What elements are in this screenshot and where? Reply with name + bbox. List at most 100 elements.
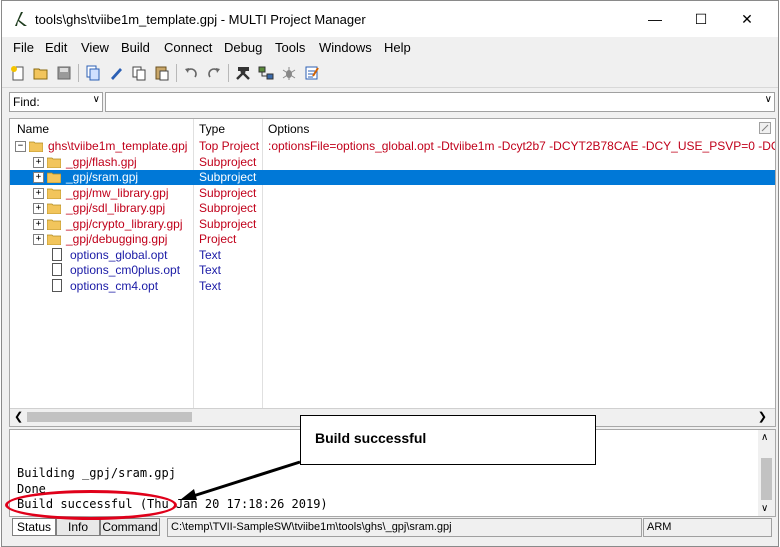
tab-command[interactable]: Command — [100, 518, 160, 536]
text-file-icon — [52, 247, 62, 261]
tree-row-type: Text — [199, 278, 222, 293]
corner-icon[interactable] — [759, 122, 771, 134]
chevron-down-icon: ∨ — [764, 94, 772, 105]
column-header-options[interactable]: Options — [268, 122, 309, 136]
new-file-icon[interactable] — [8, 63, 28, 83]
checklist-icon[interactable] — [302, 63, 322, 83]
tree-row[interactable]: + _gpj/debugging.gpj Project — [10, 232, 775, 247]
folder-icon — [47, 203, 61, 214]
tree-row-type: Subproject — [199, 154, 257, 169]
expand-icon[interactable]: + — [33, 234, 44, 245]
text-file-icon — [52, 263, 62, 276]
expand-icon[interactable]: + — [33, 187, 44, 199]
find-input[interactable]: ∨ — [105, 92, 775, 112]
menu-view[interactable]: View — [81, 40, 109, 55]
folder-icon — [47, 172, 61, 183]
toolbar-separator — [78, 64, 79, 82]
menu-build[interactable]: Build — [121, 40, 150, 55]
project-tree[interactable]: Name Type Options − ghs\tviibe1m_template… — [9, 118, 776, 427]
tree-row-type: Text — [199, 247, 222, 262]
expand-icon[interactable]: + — [33, 218, 44, 230]
tree-row-name: _gpj/mw_library.gpj — [66, 185, 169, 200]
expand-icon[interactable]: + — [33, 172, 44, 183]
tree-row-type: Subproject — [199, 201, 257, 215]
scroll-down-icon[interactable]: ∨ — [761, 503, 768, 514]
edit-icon[interactable] — [106, 63, 126, 83]
text-file-icon — [52, 278, 62, 292]
status-bar: Status Info Command C:\temp\TVII-SampleS… — [2, 517, 778, 537]
column-header-name[interactable]: Name — [17, 122, 49, 136]
tree-row-type: Subproject — [199, 185, 257, 200]
tree-row[interactable]: + _gpj/mw_library.gpj Subproject — [10, 186, 775, 201]
tree-row[interactable]: − ghs\tviibe1m_template.gpj Top Project:op… — [10, 139, 775, 154]
menu-tools[interactable]: Tools — [275, 40, 305, 55]
scrollbar-thumb[interactable] — [27, 412, 192, 422]
menu-help[interactable]: Help — [384, 40, 411, 55]
tree-row-name: _gpj/crypto_library.gpj — [66, 216, 183, 231]
tree-row[interactable]: + _gpj/sram.gpj Subproject — [10, 170, 775, 185]
expand-icon[interactable]: + — [33, 156, 44, 168]
expand-icon[interactable]: + — [33, 203, 44, 214]
scroll-right-icon[interactable]: ❯ — [758, 410, 767, 423]
connect-icon[interactable] — [256, 63, 276, 83]
scrollbar-thumb[interactable] — [761, 458, 772, 500]
collapse-icon[interactable]: − — [15, 141, 26, 152]
tab-info[interactable]: Info — [56, 518, 100, 536]
status-path: C:\temp\TVII-SampleSW\tviibe1m\tools\ghs… — [167, 518, 642, 537]
tree-row-name: options_cm0plus.opt — [70, 263, 181, 277]
tree-row-name: _gpj/sdl_library.gpj — [66, 201, 166, 215]
status-architecture: ARM — [643, 518, 772, 537]
scroll-up-icon[interactable]: ∧ — [761, 432, 768, 443]
chevron-down-icon: ∨ — [92, 94, 100, 105]
vertical-scrollbar[interactable]: ∧ ∨ — [758, 430, 775, 516]
menu-windows[interactable]: Windows — [319, 40, 372, 55]
toolbar-separator — [228, 64, 229, 82]
tree-row-name: options_cm4.opt — [70, 278, 159, 293]
tree-row-type: Subproject — [199, 216, 257, 231]
minimize-icon[interactable]: — — [632, 1, 678, 37]
folder-icon — [47, 234, 61, 245]
tree-row[interactable]: + _gpj/flash.gpj Subproject — [10, 155, 775, 170]
folder-icon — [47, 219, 61, 230]
window-title: tools\ghs\tviibe1m_template.gpj - MULTI … — [35, 12, 366, 27]
find-bar: Find: ∨ ∨ — [2, 90, 778, 114]
menu-edit[interactable]: Edit — [45, 40, 67, 55]
column-header-type[interactable]: Type — [199, 122, 225, 136]
copy-icon[interactable] — [129, 63, 149, 83]
tree-row-type: Project — [199, 232, 237, 246]
close-icon[interactable]: ✕ — [724, 1, 770, 37]
toolbar — [2, 59, 778, 88]
build-icon[interactable] — [233, 63, 253, 83]
tree-row-name: ghs\tviibe1m_template.gpj — [48, 139, 188, 153]
save-icon[interactable] — [54, 63, 74, 83]
find-mode-select[interactable]: Find: ∨ — [9, 92, 103, 112]
tree-row[interactable]: options_global.opt Text — [10, 247, 775, 263]
tree-row-name: options_global.opt — [70, 247, 168, 262]
menu-connect[interactable]: Connect — [164, 40, 212, 55]
new-project-icon[interactable] — [83, 63, 103, 83]
undo-icon[interactable] — [181, 63, 201, 83]
menu-file[interactable]: File — [13, 40, 34, 55]
tree-row-type: Subproject — [199, 170, 257, 184]
redo-icon[interactable] — [204, 63, 224, 83]
debug-icon[interactable] — [279, 63, 299, 83]
highlight-ellipse — [5, 490, 177, 520]
tree-row[interactable]: + _gpj/sdl_library.gpj Subproject — [10, 201, 775, 216]
tab-status[interactable]: Status — [12, 518, 56, 536]
tree-row[interactable]: options_cm0plus.opt Text — [10, 263, 775, 278]
tree-row-name: _gpj/sram.gpj — [66, 170, 139, 184]
tree-row-name: _gpj/debugging.gpj — [66, 232, 168, 246]
menu-debug[interactable]: Debug — [224, 40, 262, 55]
folder-icon — [47, 157, 61, 168]
output-line: Building _gpj/sram.gpj — [17, 466, 176, 480]
maximize-icon[interactable]: ☐ — [678, 1, 724, 37]
toolbar-separator — [176, 64, 177, 82]
tree-row[interactable]: + _gpj/crypto_library.gpj Subproject — [10, 217, 775, 232]
scroll-left-icon[interactable]: ❮ — [14, 410, 23, 423]
folder-icon — [47, 188, 61, 199]
open-folder-icon[interactable] — [31, 63, 51, 83]
find-label: Find: — [13, 95, 40, 109]
tree-row[interactable]: options_cm4.opt Text — [10, 278, 775, 294]
paste-icon[interactable] — [152, 63, 172, 83]
folder-icon — [29, 141, 43, 152]
